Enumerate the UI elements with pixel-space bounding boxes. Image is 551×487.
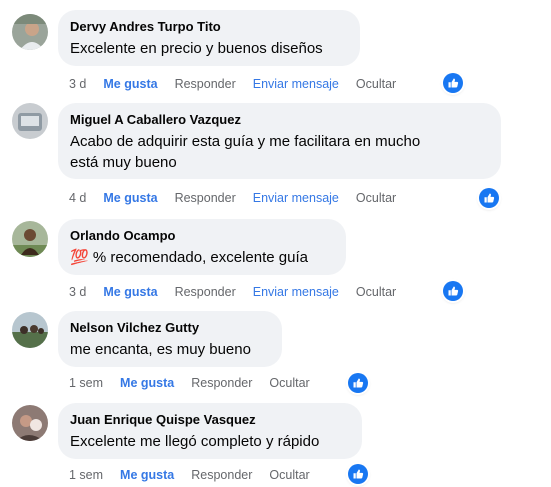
comment-author[interactable]: Dervy Andres Turpo Tito — [70, 18, 348, 35]
like-button[interactable]: Me gusta — [120, 375, 174, 391]
comment-actions: 1 sem Me gusta Responder Ocultar — [69, 467, 327, 483]
hide-button[interactable]: Ocultar — [269, 375, 309, 391]
reply-button[interactable]: Responder — [175, 190, 236, 206]
reply-button[interactable]: Responder — [191, 467, 252, 483]
comment-bubble: Orlando Ocampo 💯 % recomendado, excelent… — [58, 219, 346, 275]
comment-time[interactable]: 3 d — [69, 76, 86, 92]
comment-time[interactable]: 1 sem — [69, 375, 103, 391]
comment-time[interactable]: 3 d — [69, 284, 86, 300]
comment-bubble: Miguel A Caballero Vazquez Acabo de adqu… — [58, 103, 501, 179]
avatar[interactable] — [12, 14, 48, 50]
comment-time[interactable]: 1 sem — [69, 467, 103, 483]
like-button[interactable]: Me gusta — [120, 467, 174, 483]
like-button[interactable]: Me gusta — [103, 76, 157, 92]
like-reaction-icon[interactable] — [443, 281, 463, 301]
comment-text: 💯 % recomendado, excelente guía — [70, 249, 308, 266]
like-button[interactable]: Me gusta — [103, 190, 157, 206]
comment-text: Excelente me llegó completo y rápido — [70, 433, 320, 450]
comment-text: Excelente en precio y buenos diseños — [70, 40, 323, 57]
comment-text: Acabo de adquirir esta guía y me facilit… — [70, 131, 489, 173]
comment-bubble: Dervy Andres Turpo Tito Excelente en pre… — [58, 10, 360, 66]
comment-actions: 3 d Me gusta Responder Enviar mensaje Oc… — [69, 284, 413, 300]
avatar[interactable] — [12, 312, 48, 348]
avatar[interactable] — [12, 405, 48, 441]
comment-actions: 4 d Me gusta Responder Enviar mensaje Oc… — [69, 190, 413, 206]
reply-button[interactable]: Responder — [191, 375, 252, 391]
comment-author[interactable]: Orlando Ocampo — [70, 227, 334, 244]
hide-button[interactable]: Ocultar — [356, 76, 396, 92]
comment-text-line: Acabo de adquirir esta guía y me facilit… — [70, 133, 421, 150]
hide-button[interactable]: Ocultar — [269, 467, 309, 483]
send-message-button[interactable]: Enviar mensaje — [253, 76, 339, 92]
avatar[interactable] — [12, 221, 48, 257]
comment-actions: 3 d Me gusta Responder Enviar mensaje Oc… — [69, 76, 413, 92]
comment-author[interactable]: Miguel A Caballero Vazquez — [70, 111, 489, 128]
reply-button[interactable]: Responder — [175, 284, 236, 300]
comment-bubble: Nelson Vilchez Gutty me encanta, es muy … — [58, 311, 282, 367]
comment-author[interactable]: Juan Enrique Quispe Vasquez — [70, 411, 350, 428]
comment-actions: 1 sem Me gusta Responder Ocultar — [69, 375, 327, 391]
send-message-button[interactable]: Enviar mensaje — [253, 190, 339, 206]
like-reaction-icon[interactable] — [348, 373, 368, 393]
hide-button[interactable]: Ocultar — [356, 190, 396, 206]
comment-author[interactable]: Nelson Vilchez Gutty — [70, 319, 270, 336]
avatar[interactable] — [12, 103, 48, 139]
comment-bubble: Juan Enrique Quispe Vasquez Excelente me… — [58, 403, 362, 459]
comment-time[interactable]: 4 d — [69, 190, 86, 206]
like-reaction-icon[interactable] — [479, 188, 499, 208]
send-message-button[interactable]: Enviar mensaje — [253, 284, 339, 300]
hide-button[interactable]: Ocultar — [356, 284, 396, 300]
comment-text: me encanta, es muy bueno — [70, 341, 251, 358]
reply-button[interactable]: Responder — [175, 76, 236, 92]
like-reaction-icon[interactable] — [348, 464, 368, 484]
like-button[interactable]: Me gusta — [103, 284, 157, 300]
comment-text-line: está muy bueno — [70, 154, 177, 171]
like-reaction-icon[interactable] — [443, 73, 463, 93]
